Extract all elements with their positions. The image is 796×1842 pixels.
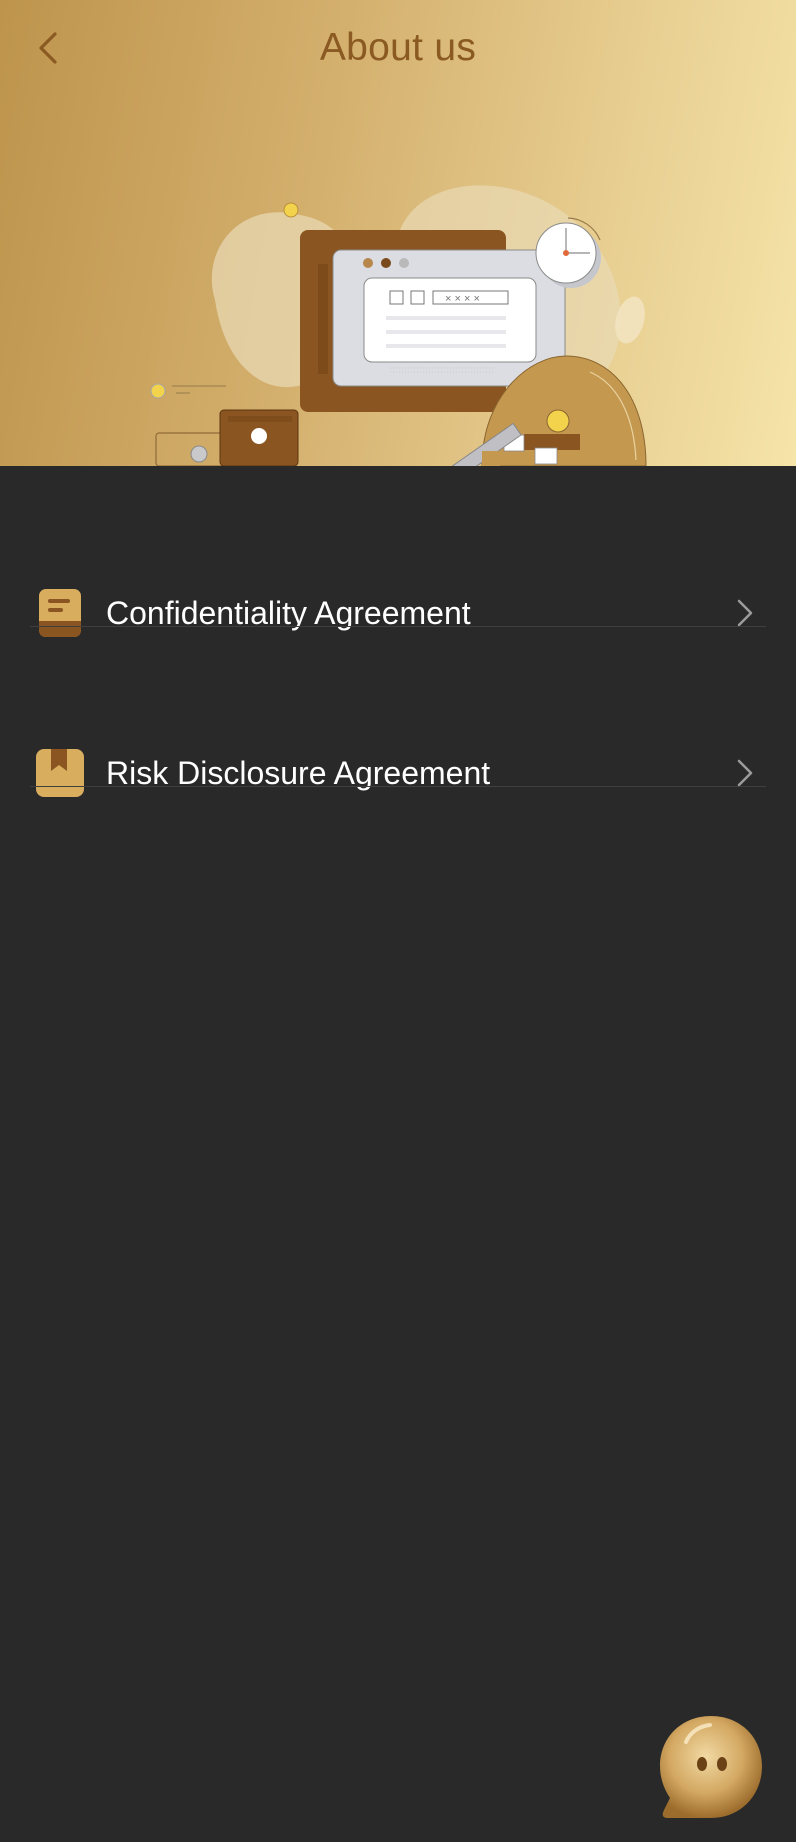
chat-assistant-button[interactable] bbox=[656, 1712, 766, 1822]
header-banner: × × × × About us bbox=[0, 0, 796, 466]
menu-item-confidentiality-agreement[interactable]: Confidentiality Agreement bbox=[30, 573, 766, 653]
divider bbox=[30, 786, 766, 787]
chevron-right-icon bbox=[730, 593, 760, 633]
divider bbox=[30, 626, 766, 627]
about-us-screen: × × × × About us Confidentiality Agreeme… bbox=[0, 0, 796, 1842]
menu-item-risk-disclosure-agreement[interactable]: Risk Disclosure Agreement bbox=[30, 733, 766, 813]
chat-assistant-icon bbox=[660, 1716, 762, 1818]
document-icon bbox=[36, 587, 84, 639]
bookmark-icon bbox=[36, 747, 84, 799]
chevron-right-icon bbox=[730, 753, 760, 793]
svg-text:× × × ×: × × × × bbox=[445, 293, 480, 305]
page-title: About us bbox=[319, 26, 477, 69]
